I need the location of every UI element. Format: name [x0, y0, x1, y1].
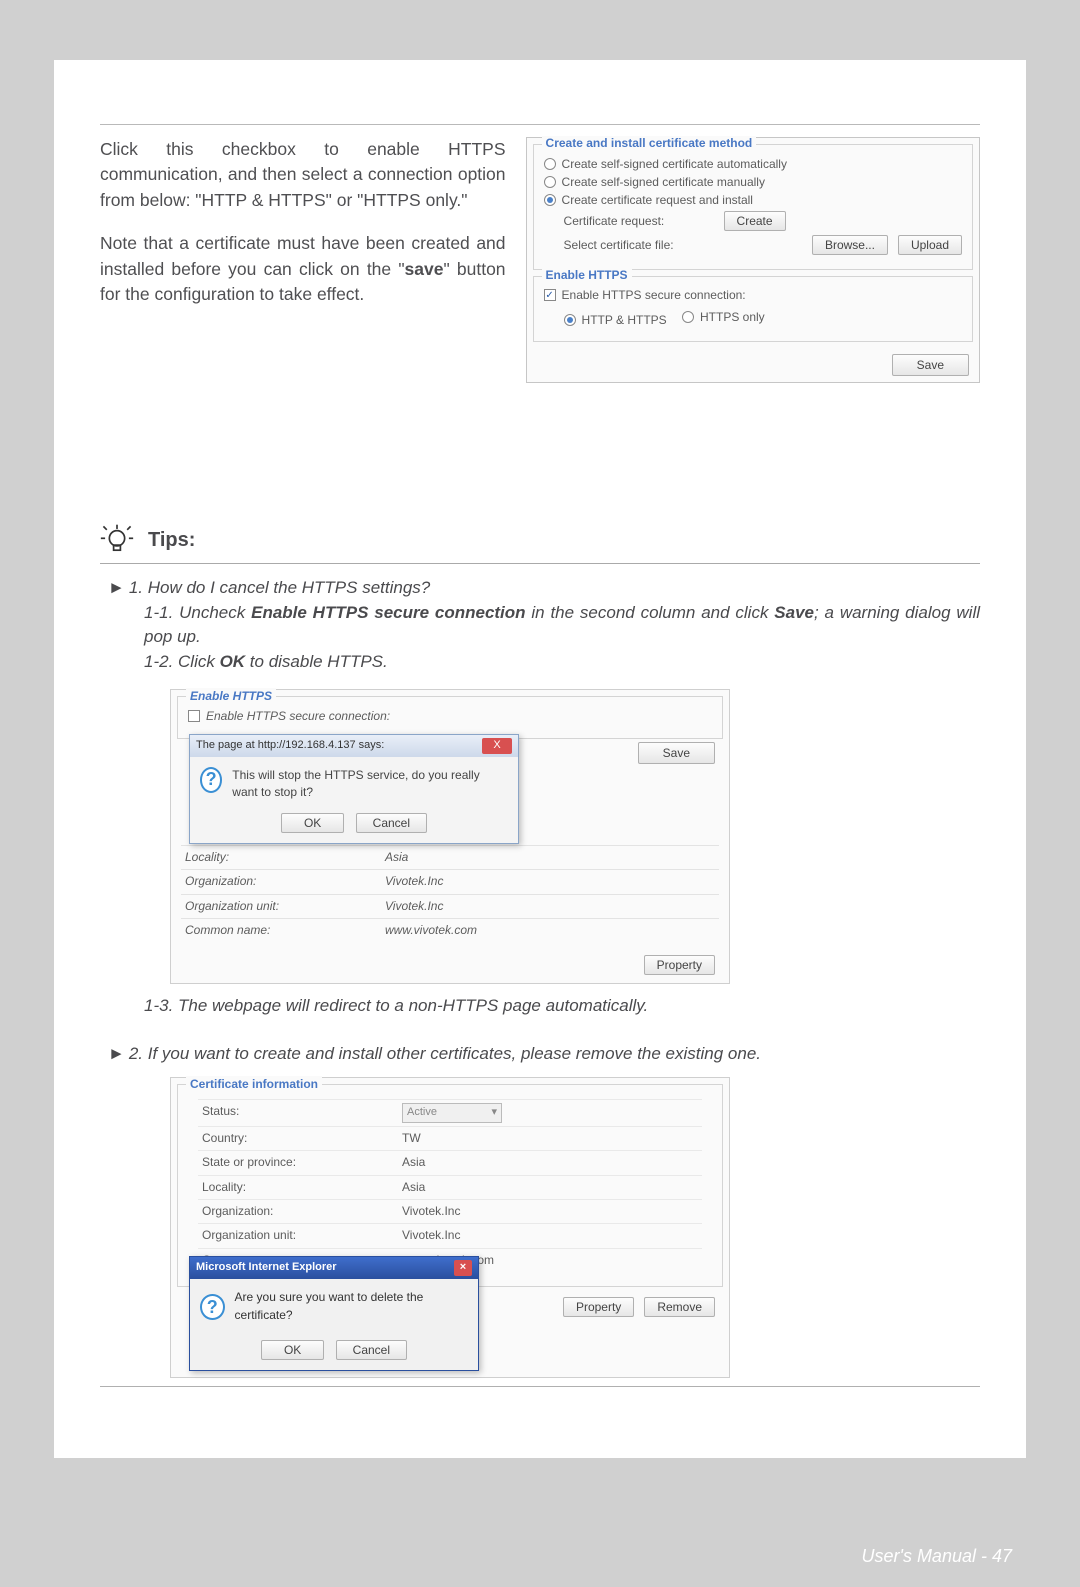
enable-https-label: Enable HTTPS secure connection:: [562, 288, 746, 302]
status-select[interactable]: Active▾: [402, 1103, 502, 1123]
ie-confirm-dialog: Microsoft Internet Explorer × ? Are you …: [189, 1256, 479, 1371]
certificate-info-screenshot: Certificate information Status: Active▾ …: [170, 1077, 730, 1378]
legend-cert-info: Certificate information: [186, 1076, 322, 1093]
radio-label: Create self-signed certificate manually: [562, 175, 765, 189]
row-value: Vivotek.Inc: [385, 898, 443, 915]
mode-label: HTTPS only: [700, 310, 765, 324]
row-label: Locality:: [202, 1179, 402, 1196]
row-value: Vivotek.Inc: [402, 1203, 460, 1220]
radio-icon: [544, 158, 556, 170]
row-label: Organization:: [202, 1203, 402, 1220]
mode-https-only[interactable]: HTTPS only: [682, 310, 765, 324]
tips-section: Tips: ►1. How do I cancel the HTTPS sett…: [100, 523, 980, 1378]
enable-https-checkbox-row[interactable]: Enable HTTPS secure connection:: [188, 708, 712, 725]
save-button[interactable]: Save: [892, 354, 969, 376]
row-label: Locality:: [185, 849, 385, 866]
confirm-dialog: The page at http://192.168.4.137 says: X…: [189, 734, 519, 845]
chevron-down-icon: ▾: [491, 1105, 497, 1121]
cancel-button[interactable]: Cancel: [336, 1340, 407, 1360]
tips-q1: 1. How do I cancel the HTTPS settings?: [129, 578, 430, 597]
property-button[interactable]: Property: [644, 955, 715, 975]
row-label: Organization:: [185, 873, 385, 890]
intro-text: Click this checkbox to enable HTTPS comm…: [100, 137, 506, 383]
enable-https-dialog-screenshot: Enable HTTPS Enable HTTPS secure connect…: [170, 689, 730, 984]
upload-button[interactable]: Upload: [898, 235, 962, 255]
mode-http-https[interactable]: HTTP & HTTPS: [564, 313, 667, 327]
radio-label: Create certificate request and install: [562, 193, 753, 207]
enable-https-checkbox-row[interactable]: ✓ Enable HTTPS secure connection:: [544, 288, 962, 302]
radio-icon: [564, 314, 576, 326]
row-value: www.vivotek.com: [385, 922, 477, 939]
status-label: Status:: [202, 1103, 402, 1123]
row-label: Organization unit:: [202, 1227, 402, 1244]
tips-title: Tips:: [148, 529, 195, 552]
row-value: Asia: [402, 1179, 425, 1196]
tips-q1-3: 1-3. The webpage will redirect to a non-…: [144, 994, 980, 1019]
ie-dialog-message: Are you sure you want to delete the cert…: [235, 1289, 468, 1324]
checkbox-icon: [188, 710, 200, 722]
row-value: Vivotek.Inc: [402, 1227, 460, 1244]
dialog-title: The page at http://192.168.4.137 says:: [196, 738, 384, 754]
intro-paragraph-2: Note that a certificate must have been c…: [100, 231, 506, 307]
footer-label: User's Manual - 47: [862, 1546, 1013, 1567]
row-label: Country:: [202, 1130, 402, 1147]
row-value: TW: [402, 1130, 421, 1147]
row-label: Common name:: [185, 922, 385, 939]
cancel-button[interactable]: Cancel: [356, 813, 427, 833]
lightbulb-icon: [100, 523, 134, 557]
radio-auto[interactable]: Create self-signed certificate automatic…: [544, 157, 962, 171]
radio-request-install[interactable]: Create certificate request and install: [544, 193, 962, 207]
intro-paragraph-1: Click this checkbox to enable HTTPS comm…: [100, 137, 506, 213]
close-icon[interactable]: X: [482, 738, 512, 754]
enable-https-label: Enable HTTPS secure connection:: [206, 708, 390, 725]
checkbox-icon: ✓: [544, 289, 556, 301]
mode-label: HTTP & HTTPS: [582, 313, 667, 327]
save-button[interactable]: Save: [638, 742, 715, 764]
dialog-message: This will stop the HTTPS service, do you…: [232, 767, 508, 802]
legend-enable-https: Enable HTTPS: [542, 268, 632, 282]
question-icon: ?: [200, 1294, 225, 1320]
document-page: Click this checkbox to enable HTTPS comm…: [54, 60, 1026, 1458]
remove-button[interactable]: Remove: [644, 1297, 715, 1317]
radio-icon: [682, 311, 694, 323]
radio-icon: [544, 176, 556, 188]
close-icon[interactable]: ×: [454, 1260, 472, 1276]
ok-button[interactable]: OK: [261, 1340, 324, 1360]
ie-dialog-title: Microsoft Internet Explorer: [196, 1260, 337, 1276]
radio-icon: [544, 194, 556, 206]
legend-create-install: Create and install certificate method: [542, 136, 757, 150]
info-table: Locality:Asia Organization:Vivotek.Inc O…: [181, 845, 719, 943]
legend-enable-https: Enable HTTPS: [186, 688, 276, 705]
browse-button[interactable]: Browse...: [812, 235, 888, 255]
row-value: Asia: [402, 1154, 425, 1171]
radio-manual[interactable]: Create self-signed certificate manually: [544, 175, 962, 189]
create-button[interactable]: Create: [724, 211, 786, 231]
select-file-label: Select certificate file:: [564, 238, 714, 252]
row-value: Asia: [385, 849, 408, 866]
row-label: State or province:: [202, 1154, 402, 1171]
create-install-panel: Create and install certificate method Cr…: [526, 137, 980, 383]
radio-label: Create self-signed certificate automatic…: [562, 157, 787, 171]
property-button[interactable]: Property: [563, 1297, 634, 1317]
ok-button[interactable]: OK: [281, 813, 344, 833]
row-label: Organization unit:: [185, 898, 385, 915]
tips-q2: 2. If you want to create and install oth…: [129, 1044, 761, 1063]
row-value: Vivotek.Inc: [385, 873, 443, 890]
question-icon: ?: [200, 767, 222, 793]
cert-request-label: Certificate request:: [564, 214, 714, 228]
